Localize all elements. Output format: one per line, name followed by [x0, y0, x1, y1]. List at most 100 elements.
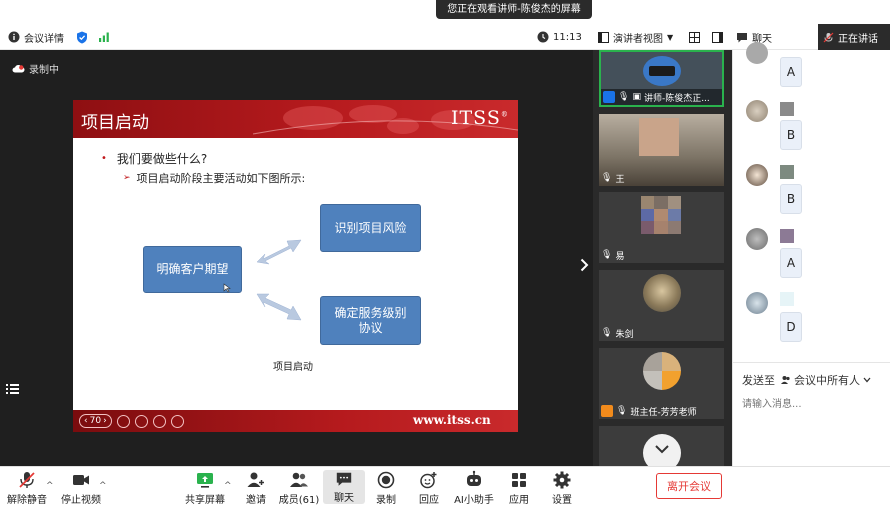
page-number: 70 [89, 416, 102, 426]
ai-assistant-button[interactable]: AI小助手 [449, 470, 499, 506]
box-service-level-line1: 确定服务级别 [334, 305, 407, 320]
video-tile[interactable]: 🎙 王 [599, 114, 724, 186]
active-speaker-indicator: 正在讲话 [818, 24, 890, 50]
video-name: 班主任-芳芳老师 [630, 407, 697, 418]
unmute-button[interactable]: 解除静音 [2, 470, 52, 506]
footer-url: www.itss.cn [413, 413, 491, 427]
view-mode-label: 演讲者视图 [613, 33, 663, 45]
view-mode-dropdown[interactable]: 演讲者视图 ▼ [598, 24, 673, 50]
video-name-bar: 🎙 班主任-芳芳老师 [599, 403, 697, 419]
list-menu-icon[interactable] [6, 383, 19, 395]
video-options-chevron-icon[interactable]: ^ [99, 481, 107, 491]
recipient-dropdown[interactable]: 会议中所有人 [781, 372, 871, 388]
chat-message: A [780, 57, 802, 87]
reaction-icon [420, 472, 437, 489]
chat-message: A [780, 248, 802, 278]
chat-message-text: B [786, 128, 796, 142]
cloud-record-icon [12, 65, 25, 73]
slide-header: 项目启动 ITSS® [73, 100, 518, 138]
avatar [746, 292, 768, 314]
speaker-view-icon [598, 31, 609, 43]
share-screen-icon [197, 473, 213, 488]
video-name-bar: 🎙 朱剑 [599, 325, 633, 341]
presenter-thumbnail-icon [649, 66, 675, 76]
page-next-icon: › [103, 416, 107, 426]
screen-share-icon: ▣ [632, 92, 641, 102]
diagram-caption: 项目启动 [273, 362, 313, 373]
page-number-badge[interactable]: ‹ 70 › [79, 414, 112, 428]
grid-layout-button[interactable] [689, 24, 700, 50]
record-label: 录制 [376, 495, 396, 506]
chevron-down-icon: ▼ [667, 32, 674, 42]
chat-message-text: A [786, 65, 796, 79]
sender-name-blurred [780, 292, 794, 306]
video-tile[interactable]: 🎙 易 [599, 192, 724, 263]
more-tool-icon[interactable] [170, 414, 184, 428]
settings-button[interactable]: 设置 [537, 470, 587, 506]
itss-logo-tm: ® [500, 110, 509, 119]
leave-meeting-button[interactable]: 离开会议 [656, 473, 722, 499]
zoom-tool-icon[interactable] [152, 414, 166, 428]
double-arrow-lower [256, 293, 302, 321]
invite-label: 邀请 [246, 495, 266, 506]
sender-name-blurred [780, 229, 794, 243]
security-shield-icon[interactable] [76, 24, 88, 50]
reaction-button[interactable]: 回应 [404, 470, 454, 506]
chat-message-input[interactable] [742, 395, 882, 413]
send-to-label: 发送至 [742, 374, 775, 387]
meeting-timer: 11:13 [537, 24, 582, 50]
video-tile[interactable]: 🎙 朱剑 [599, 270, 724, 341]
video-tile[interactable]: 🎙 ▣ 讲师-陈俊杰正... [599, 50, 724, 107]
audio-options-chevron-icon[interactable]: ^ [46, 481, 54, 491]
grid-icon [689, 31, 700, 43]
chat-button[interactable]: 聊天 [323, 470, 365, 504]
divider [733, 362, 890, 363]
chat-message-text: D [786, 320, 796, 334]
avatar [643, 352, 681, 390]
slide-nav-controls: ‹ 70 › [79, 414, 184, 428]
itss-logo-text: ITSS [451, 107, 501, 129]
bullet-level-2: ➢ 项目启动阶段主要活动如下图所示: [123, 170, 305, 186]
copy-tool-icon[interactable] [134, 414, 148, 428]
share-screen-button[interactable]: 共享屏幕 [180, 470, 230, 506]
video-name-bar: 🎙 王 [599, 170, 624, 186]
ai-robot-icon [467, 470, 481, 486]
chat-bubble-icon [737, 32, 747, 42]
muted-mic-icon [19, 472, 35, 488]
reaction-label: 回应 [419, 495, 439, 506]
video-tile[interactable] [599, 426, 724, 466]
chat-label: 聊天 [334, 493, 354, 504]
active-speaker-label: 正在讲话 [838, 33, 878, 45]
user-badge-icon [603, 91, 615, 103]
meeting-info-button[interactable]: 会议详情 [8, 24, 64, 50]
chat-message: B [780, 120, 802, 150]
chat-message-text: A [786, 256, 796, 270]
sidebar-toggle-button[interactable] [712, 24, 723, 50]
face-blur [639, 118, 679, 156]
meeting-info-label: 会议详情 [24, 33, 64, 45]
page-prev-icon: ‹ [84, 416, 88, 426]
gear-icon [553, 471, 571, 489]
apps-grid-icon [512, 473, 526, 487]
collapse-panel-chevron-icon[interactable] [580, 258, 589, 272]
box-client-expectation-label: 明确客户期望 [156, 262, 229, 276]
muted-mic-icon: 🎙 [616, 406, 628, 416]
chevron-down-icon [863, 377, 871, 383]
pen-tool-icon[interactable] [116, 414, 130, 428]
scroll-down-icon[interactable] [654, 444, 670, 454]
box-identify-risk: 识别项目风险 [320, 204, 421, 252]
mic-icon: 🎙 [618, 92, 630, 102]
people-icon [781, 376, 790, 384]
video-panel: 🎙 ▣ 讲师-陈俊杰正... 🎙 王 🎙 易 🎙 朱剑 🎙 班主任-芳芳老师 [593, 50, 732, 466]
members-label: 成员(61) [278, 495, 320, 506]
recipient-value: 会议中所有人 [794, 374, 860, 387]
signal-icon[interactable] [98, 24, 110, 50]
video-tile[interactable]: 🎙 班主任-芳芳老师 [599, 348, 724, 419]
share-screen-label: 共享屏幕 [185, 495, 225, 506]
chat-panel: A B B A D 发送至 会议中所有人 [732, 42, 890, 466]
members-button[interactable]: 成员(61) [274, 470, 324, 506]
bottom-toolbar: 解除静音 ^ 停止视频 ^ 共享屏幕 ^ 邀请 成员(61) 聊天 录制 回应 … [0, 466, 890, 506]
avatar [746, 164, 768, 186]
bullet-level-1: • 我们要做些什么? [101, 150, 207, 167]
sidebar-icon [712, 31, 723, 43]
